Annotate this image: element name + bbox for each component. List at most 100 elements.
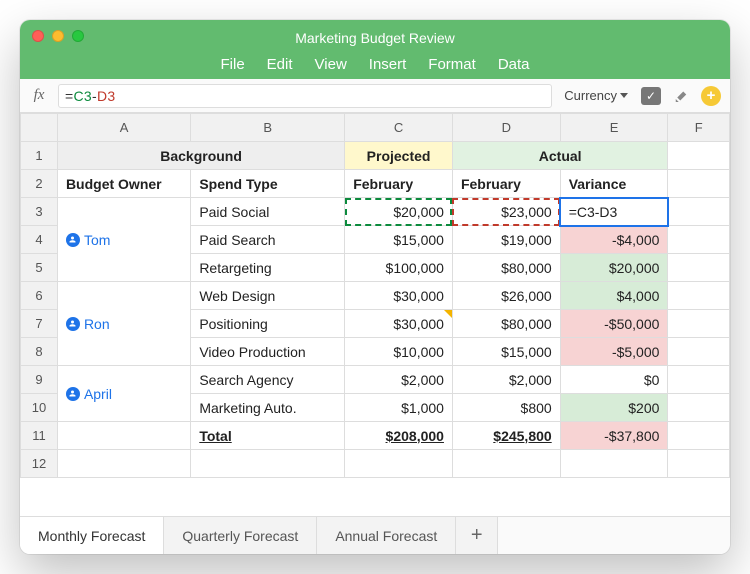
total-act[interactable]: $245,800: [452, 422, 560, 450]
cell-var[interactable]: $4,000: [560, 282, 668, 310]
cell-act[interactable]: $19,000: [452, 226, 560, 254]
person-chip[interactable]: April: [66, 386, 182, 402]
cell-var[interactable]: $0: [560, 366, 668, 394]
cell-f1[interactable]: [668, 142, 730, 170]
rowhdr-7[interactable]: 7: [21, 310, 58, 338]
cell-b12[interactable]: [191, 450, 345, 478]
menu-edit[interactable]: Edit: [267, 56, 293, 73]
rowhdr-3[interactable]: 3: [21, 198, 58, 226]
cell-var[interactable]: $200: [560, 394, 668, 422]
rowhdr-8[interactable]: 8: [21, 338, 58, 366]
hdr-act-month[interactable]: February: [452, 170, 560, 198]
corner-cell[interactable]: [21, 114, 58, 142]
menu-view[interactable]: View: [315, 56, 347, 73]
hdr-actual[interactable]: Actual: [452, 142, 667, 170]
cell-proj[interactable]: $2,000: [345, 366, 453, 394]
menu-format[interactable]: Format: [428, 56, 476, 73]
total-var[interactable]: -$37,800: [560, 422, 668, 450]
cell-act[interactable]: $80,000: [452, 254, 560, 282]
colhdr-f[interactable]: F: [668, 114, 730, 142]
rowhdr-4[interactable]: 4: [21, 226, 58, 254]
cell-f3[interactable]: [668, 198, 730, 226]
rowhdr-2[interactable]: 2: [21, 170, 58, 198]
colhdr-c[interactable]: C: [345, 114, 453, 142]
minimize-icon[interactable]: [52, 30, 64, 42]
hdr-budget-owner[interactable]: Budget Owner: [57, 170, 190, 198]
rowhdr-6[interactable]: 6: [21, 282, 58, 310]
spreadsheet-grid[interactable]: A B C D E F 1 Background Projected Actua…: [20, 113, 730, 478]
cell-c3[interactable]: $20,000: [345, 198, 453, 226]
cell-act[interactable]: $80,000: [452, 310, 560, 338]
cell-var[interactable]: -$4,000: [560, 226, 668, 254]
cell-d3[interactable]: $23,000: [452, 198, 560, 226]
close-icon[interactable]: [32, 30, 44, 42]
tab-annual[interactable]: Annual Forecast: [317, 517, 456, 554]
hdr-background[interactable]: Background: [57, 142, 344, 170]
cell-type[interactable]: Positioning: [191, 310, 345, 338]
cell-type[interactable]: Marketing Auto.: [191, 394, 345, 422]
rowhdr-1[interactable]: 1: [21, 142, 58, 170]
cell-a11[interactable]: [57, 422, 190, 450]
cell-c12[interactable]: [345, 450, 453, 478]
rowhdr-12[interactable]: 12: [21, 450, 58, 478]
cell-f5[interactable]: [668, 254, 730, 282]
hdr-projected[interactable]: Projected: [345, 142, 453, 170]
cell-f7[interactable]: [668, 310, 730, 338]
cell-f6[interactable]: [668, 282, 730, 310]
rowhdr-9[interactable]: 9: [21, 366, 58, 394]
cell-owner-tom[interactable]: Tom: [57, 198, 190, 282]
cell-e12[interactable]: [560, 450, 668, 478]
person-chip[interactable]: Tom: [66, 232, 182, 248]
colhdr-b[interactable]: B: [191, 114, 345, 142]
rowhdr-11[interactable]: 11: [21, 422, 58, 450]
colhdr-e[interactable]: E: [560, 114, 668, 142]
hdr-proj-month[interactable]: February: [345, 170, 453, 198]
menu-file[interactable]: File: [221, 56, 245, 73]
cell-f12[interactable]: [668, 450, 730, 478]
cell-proj[interactable]: $30,000: [345, 282, 453, 310]
cell-proj[interactable]: $1,000: [345, 394, 453, 422]
cell-act[interactable]: $15,000: [452, 338, 560, 366]
cell-a12[interactable]: [57, 450, 190, 478]
total-label[interactable]: Total: [191, 422, 345, 450]
cell-type[interactable]: Retargeting: [191, 254, 345, 282]
cell-f10[interactable]: [668, 394, 730, 422]
cell-f11[interactable]: [668, 422, 730, 450]
rowhdr-10[interactable]: 10: [21, 394, 58, 422]
colhdr-d[interactable]: D: [452, 114, 560, 142]
cell-type[interactable]: Paid Social: [191, 198, 345, 226]
fx-icon[interactable]: fx: [28, 87, 50, 104]
cell-type[interactable]: Video Production: [191, 338, 345, 366]
cell-act[interactable]: $26,000: [452, 282, 560, 310]
confirm-button[interactable]: ✓: [640, 85, 662, 107]
format-selector[interactable]: Currency: [560, 88, 632, 103]
hdr-variance[interactable]: Variance: [560, 170, 668, 198]
cell-owner-april[interactable]: April: [57, 366, 190, 422]
cell-act[interactable]: $800: [452, 394, 560, 422]
menu-insert[interactable]: Insert: [369, 56, 407, 73]
cell-var[interactable]: -$50,000: [560, 310, 668, 338]
cell-d12[interactable]: [452, 450, 560, 478]
colhdr-a[interactable]: A: [57, 114, 190, 142]
total-proj[interactable]: $208,000: [345, 422, 453, 450]
cell-owner-ron[interactable]: Ron: [57, 282, 190, 366]
cell-proj[interactable]: $100,000: [345, 254, 453, 282]
cell-f4[interactable]: [668, 226, 730, 254]
cell-var[interactable]: -$5,000: [560, 338, 668, 366]
tab-add-button[interactable]: +: [456, 517, 498, 554]
format-painter-button[interactable]: [670, 85, 692, 107]
cell-proj[interactable]: $30,000: [345, 310, 453, 338]
tab-monthly[interactable]: Monthly Forecast: [20, 517, 164, 554]
hdr-spend-type[interactable]: Spend Type: [191, 170, 345, 198]
tab-quarterly[interactable]: Quarterly Forecast: [164, 517, 317, 554]
cell-f8[interactable]: [668, 338, 730, 366]
cell-f2[interactable]: [668, 170, 730, 198]
cell-var[interactable]: $20,000: [560, 254, 668, 282]
add-button[interactable]: +: [700, 85, 722, 107]
person-chip[interactable]: Ron: [66, 316, 182, 332]
cell-proj[interactable]: $15,000: [345, 226, 453, 254]
cell-type[interactable]: Paid Search: [191, 226, 345, 254]
cell-e3[interactable]: =C3-D3: [560, 198, 668, 226]
cell-type[interactable]: Search Agency: [191, 366, 345, 394]
cell-act[interactable]: $2,000: [452, 366, 560, 394]
